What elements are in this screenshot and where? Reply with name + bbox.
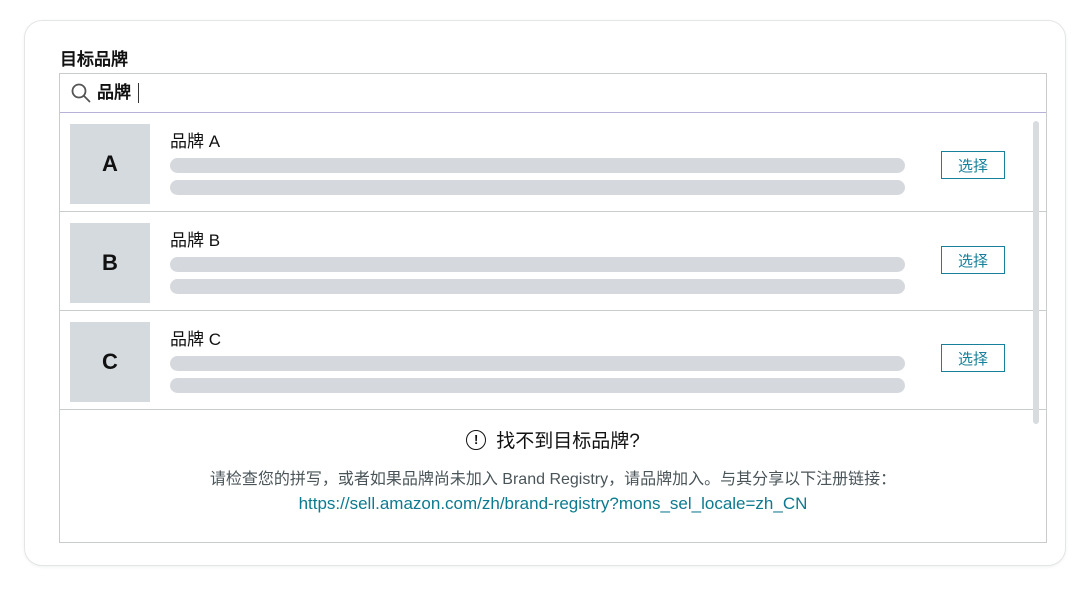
placeholder-line [170,378,905,393]
scrollbar[interactable] [1033,121,1039,424]
not-found-description: 请检查您的拼写，或者如果品牌尚未加入 Brand Registry，请品牌加入。… [209,471,897,488]
select-button[interactable]: 选择 [941,344,1005,372]
brand-logo: B [70,223,150,303]
placeholder-line [170,158,905,173]
brand-logo: C [70,322,150,402]
brand-name: 品牌 B [170,231,221,250]
placeholder-line [170,279,905,294]
search-input[interactable]: 品牌 [60,74,1046,113]
list-item: B 品牌 B 选择 [60,213,1046,311]
registration-link[interactable]: https://sell.amazon.com/zh/brand-registr… [60,494,1046,514]
select-button[interactable]: 选择 [941,151,1005,179]
brand-name: 品牌 C [170,330,221,349]
not-found-title-row: ! 找不到目标品牌? [60,426,1046,453]
search-value[interactable]: 品牌 [97,82,131,104]
select-button[interactable]: 选择 [941,246,1005,274]
results-list: A 品牌 A 选择 B 品牌 B 选择 C 品牌 C 选择 [60,114,1046,411]
info-icon: ! [466,429,487,450]
brand-logo: A [70,124,150,204]
list-item: C 品牌 C 选择 [60,312,1046,410]
brand-name: 品牌 A [170,132,221,151]
list-item: A 品牌 A 选择 [60,114,1046,212]
search-icon [71,83,91,103]
not-found-section: ! 找不到目标品牌? 请检查您的拼写，或者如果品牌尚未加入 Brand Regi… [60,412,1046,542]
placeholder-line [170,180,905,195]
placeholder-line [170,257,905,272]
text-caret [138,83,139,103]
brand-search-panel: 品牌 A 品牌 A 选择 B 品牌 B 选择 C 品牌 C 选择 ! 找不到目标… [59,73,1047,543]
placeholder-line [170,356,905,371]
field-label: 目标品牌 [60,50,128,69]
not-found-title: 找不到目标品牌? [496,431,640,452]
